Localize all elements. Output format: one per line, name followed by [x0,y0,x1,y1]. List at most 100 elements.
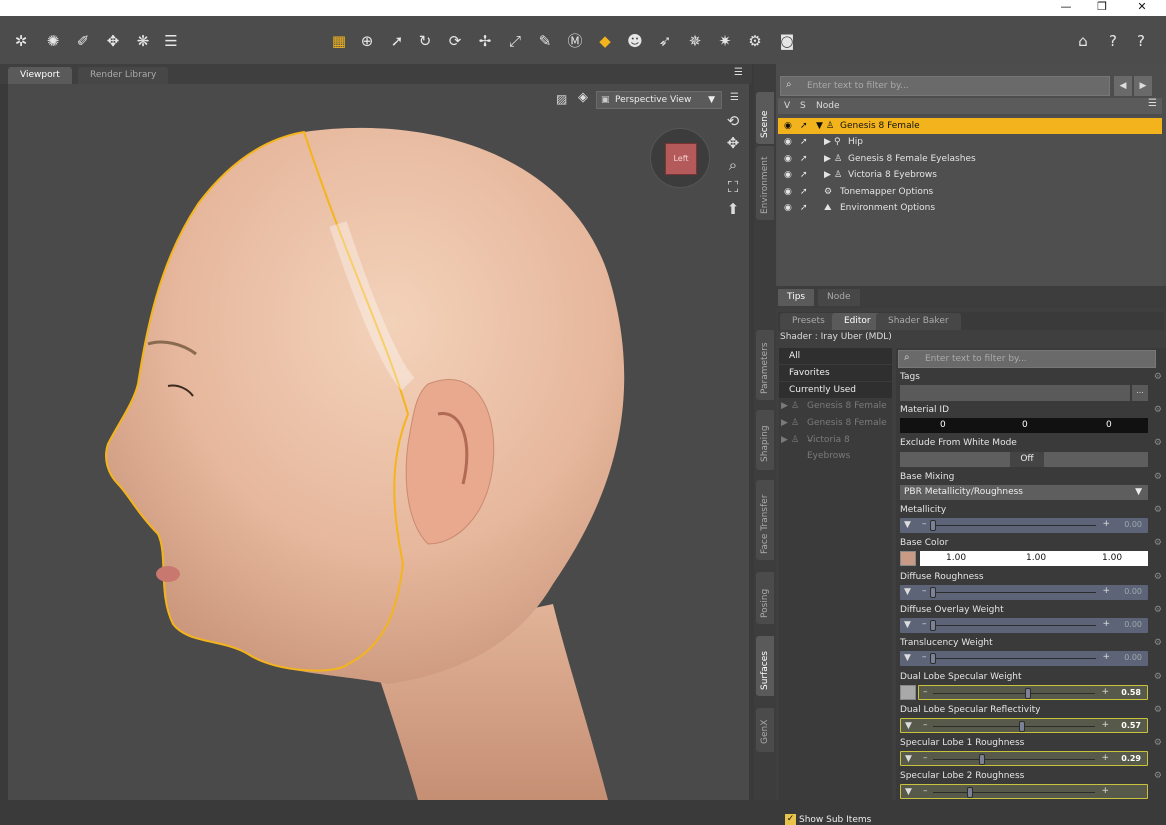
column-s[interactable]: S [800,98,806,114]
diffuse-roughness-slider[interactable]: ▼ – +0.00 [900,585,1148,600]
filter-currently-used[interactable]: Currently Used [779,382,892,398]
panel-menu-icon[interactable]: ☰ [734,67,743,78]
face-icon[interactable]: ☻ [624,30,646,52]
universal-icon[interactable]: ✐ [72,30,94,52]
tab-shader-baker[interactable]: Shader Baker [876,313,961,330]
arrow-left-icon[interactable]: ◀ [1114,76,1132,96]
scene-node-environment[interactable]: ◉ ➚ ⛰ Environment Options [778,200,1162,216]
gear-icon[interactable]: ⚙ [1154,771,1162,781]
arrow-right-icon[interactable]: ▶ [1134,76,1152,96]
help-icon[interactable]: ? [1102,30,1124,52]
rotate-icon[interactable]: ↻ [414,30,436,52]
visibility-icon[interactable]: ◉ [784,151,792,167]
geometry-icon[interactable]: Ⓜ [564,30,586,52]
base-color-texture[interactable] [900,551,916,566]
gear-icon[interactable]: ⚙ [1154,438,1162,448]
specular-lobe-2-slider[interactable]: ▼ – + [900,784,1148,799]
select-node-icon[interactable]: ➚ [800,167,808,183]
gear-icon[interactable]: ⚙ [1154,605,1162,615]
scene-node-eyebrows[interactable]: ◉ ➚ ▶ ♙ Victoria 8 Eyebrows [778,167,1162,183]
select-node-icon[interactable]: ➚ [800,118,808,134]
select-node-icon[interactable]: ➚ [800,134,808,150]
joint-editor-icon[interactable]: ✺ [42,30,64,52]
tab-shaping[interactable]: Shaping [756,410,774,470]
visibility-icon[interactable]: ◉ [784,167,792,183]
expand-icon[interactable]: ▶ [824,151,831,167]
select-node-icon[interactable]: ➚ [800,184,808,200]
scene-filter-input[interactable]: Enter text to filter by... [780,76,1110,96]
dual-lobe-weight-texture[interactable] [900,685,916,700]
column-node[interactable]: Node [816,98,840,114]
gear-icon[interactable]: ⚙ [1154,405,1162,415]
metallicity-slider[interactable]: ▼ – +0.00 [900,518,1148,533]
surface-selection-icon[interactable]: ❋ [132,30,154,52]
tags-browse-button[interactable]: ... [1132,385,1148,401]
column-v[interactable]: V [784,98,790,114]
expand-icon[interactable]: ▼ [816,118,823,134]
tags-field[interactable] [900,385,1130,401]
gear-icon[interactable]: ⚙ [1154,372,1162,382]
gear-icon[interactable]: ⚙ [1154,505,1162,515]
expand-icon[interactable]: ▶ [781,432,788,448]
region-icon[interactable]: ☰ [160,30,182,52]
joint-icon[interactable]: ✎ [534,30,556,52]
visibility-icon[interactable]: ◉ [784,200,792,216]
gear-icon[interactable]: ⚙ [1154,672,1162,682]
close-button[interactable]: ✕ [1124,0,1160,14]
select-icon[interactable]: ➶ [654,30,676,52]
scene-node-eyelashes[interactable]: ◉ ➚ ▶ ♙ Genesis 8 Female Eyelashes [778,151,1162,167]
base-mixing-select[interactable]: PBR Metallicity/Roughness ▼ [900,485,1148,500]
pan-icon[interactable]: ✥ [722,134,744,154]
filter-favorites[interactable]: Favorites [779,365,892,381]
translate-icon[interactable]: ✢ [474,30,496,52]
gear-icon[interactable]: ⚙ [1154,738,1162,748]
specular-lobe-1-slider[interactable]: ▼ – +0.29 [900,751,1148,766]
tab-scene[interactable]: Scene [756,92,774,144]
tab-face-transfer[interactable]: Face Transfer [756,480,774,560]
expand-icon[interactable]: ▶ [781,398,788,414]
visibility-icon[interactable]: ◉ [784,118,792,134]
filter-all[interactable]: All [779,348,892,364]
node-selection-icon[interactable]: ✥ [102,30,124,52]
expand-icon[interactable]: ▶ [824,134,831,150]
pointer-icon[interactable]: ➚ [386,30,408,52]
material-item[interactable]: ▶ ♙ Genesis 8 Female [779,398,892,414]
render-icon[interactable]: ◙ [776,30,798,52]
gear-icon[interactable]: ⚙ [1154,538,1162,548]
info-icon[interactable]: ? [1130,30,1152,52]
scale-icon[interactable]: ⤢ [504,30,526,52]
scene-node-hip[interactable]: ◉ ➚ ▶ ⚲ Hip [778,134,1162,150]
frame-icon[interactable]: ⛶ [722,178,744,198]
twist-icon[interactable]: ⟳ [444,30,466,52]
tab-presets[interactable]: Presets [780,313,837,330]
dual-lobe-weight-slider[interactable]: – +0.58 [918,685,1148,700]
scene-node-tonemapper[interactable]: ◉ ➚ ⚙ Tonemapper Options [778,184,1162,200]
transform-icon[interactable]: ✵ [684,30,706,52]
show-sub-items-checkbox[interactable]: ✓ Show Sub Items [785,814,871,825]
dual-lobe-reflectivity-slider[interactable]: ▼ – +0.57 [900,718,1148,733]
base-color-field[interactable]: 1.00 1.00 1.00 [920,551,1148,566]
ds-home-icon[interactable]: ⌂ [1072,30,1094,52]
maximize-button[interactable]: ❐ [1084,0,1120,14]
material-item[interactable]: ▶ ♙ Victoria 8 Eyebrows [779,432,892,461]
snap-icon[interactable]: ✲ [10,30,32,52]
camera-cube-icon[interactable]: ◈ [578,90,588,105]
tab-render-library[interactable]: Render Library [78,67,169,84]
tab-tips[interactable]: Tips [778,289,815,306]
3d-viewport[interactable]: ▨ ◈ ▣ Perspective View ▼ Left ⟲ ✥ ⌕ ⛶ ⬆ … [8,84,749,800]
render-settings-icon[interactable]: ⚙ [744,30,766,52]
draw-style-icon[interactable]: ▨ [556,92,567,106]
tab-posing[interactable]: Posing [756,572,774,624]
material-item[interactable]: ▶ ♙ Genesis 8 Female ... [779,415,892,444]
gear-icon[interactable]: ⚙ [1154,472,1162,482]
gear-icon[interactable]: ⚙ [1154,705,1162,715]
visibility-icon[interactable]: ◉ [784,184,792,200]
property-filter-input[interactable]: Enter text to filter by... [898,350,1156,368]
select-node-icon[interactable]: ➚ [800,200,808,216]
viewport-menu-icon[interactable]: ☰ [730,92,739,103]
minimize-button[interactable]: — [1048,0,1084,14]
material-id-field[interactable]: 0 0 0 [900,418,1148,433]
visibility-icon[interactable]: ◉ [784,134,792,150]
gear-icon[interactable]: ⚙ [1154,572,1162,582]
tab-surfaces[interactable]: Surfaces [756,636,774,696]
